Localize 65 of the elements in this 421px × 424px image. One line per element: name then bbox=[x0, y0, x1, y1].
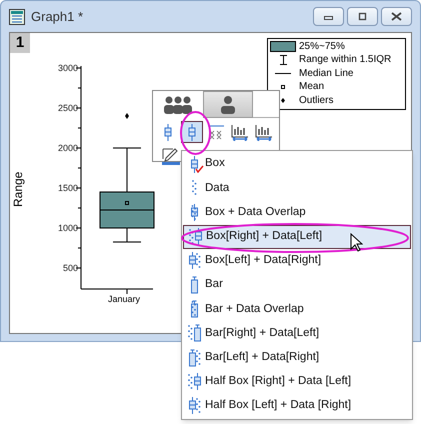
y-tick-label: 3000 bbox=[58, 62, 78, 75]
plot-type-icon bbox=[188, 251, 200, 270]
grouped-bar-icon bbox=[231, 123, 249, 141]
menu-item[interactable]: Bar + Data Overlap bbox=[183, 297, 411, 322]
plot-type-icon bbox=[191, 202, 198, 222]
legend-label: Mean bbox=[299, 82, 324, 92]
menu-item-label: Box[Right] + Data[Left] bbox=[206, 229, 322, 244]
legend-symbol-icon bbox=[280, 55, 286, 66]
plot-type-icon bbox=[191, 154, 198, 174]
legend-symbol-icon bbox=[270, 41, 296, 52]
menu-item-label: Bar[Left] + Data[Right] bbox=[205, 350, 320, 365]
plot-type-icon bbox=[192, 180, 197, 196]
y-tick-label: 1000 bbox=[58, 222, 78, 235]
menu-item[interactable]: Box bbox=[183, 152, 411, 176]
close-icon bbox=[391, 12, 402, 21]
menu-item[interactable]: Box + Data Overlap bbox=[183, 200, 411, 225]
plot-style-button[interactable] bbox=[181, 121, 203, 143]
menu-item-label: Box[Left] + Data[Right] bbox=[205, 253, 322, 268]
menu-item[interactable]: Bar bbox=[183, 272, 411, 298]
panel-tab[interactable] bbox=[203, 91, 253, 118]
menu-item[interactable]: Half Box [Left] + Data [Right] bbox=[183, 394, 411, 418]
scatter-icon bbox=[207, 123, 225, 141]
edit-pencil-icon[interactable] bbox=[161, 147, 181, 165]
close-button[interactable] bbox=[381, 7, 412, 26]
plot-type-icon bbox=[188, 396, 200, 416]
graph-window-icon bbox=[9, 8, 25, 24]
legend-symbol-icon bbox=[281, 85, 285, 90]
window-title: Graph1 * bbox=[31, 8, 84, 26]
y-tick-label: 2000 bbox=[58, 142, 78, 155]
restore-button[interactable] bbox=[347, 7, 378, 26]
layer-number: 1 bbox=[10, 33, 30, 53]
menu-item-label: Data bbox=[205, 180, 230, 196]
checkmark-icon bbox=[195, 165, 204, 173]
menu-item[interactable]: Bar[Left] + Data[Right] bbox=[183, 346, 411, 370]
menu-item-label: Bar[Right] + Data[Left] bbox=[205, 326, 320, 341]
restore-icon bbox=[357, 12, 368, 21]
y-tick-label: 500 bbox=[62, 262, 78, 275]
x-tick-label: January bbox=[108, 293, 140, 306]
y-tick-label: 1500 bbox=[58, 182, 78, 195]
plot-type-icon bbox=[189, 227, 202, 246]
plot-type-icon bbox=[188, 372, 201, 392]
menu-item[interactable]: Data bbox=[183, 176, 411, 200]
menu-item-label: Bar bbox=[205, 277, 223, 292]
legend-label: 25%~75% bbox=[299, 42, 345, 52]
user-group-icon bbox=[163, 94, 193, 114]
y-tick-label: 2500 bbox=[58, 102, 78, 115]
plot-type-icon bbox=[188, 324, 201, 342]
legend-label: Outliers bbox=[299, 96, 334, 106]
menu-item-label: Box bbox=[205, 156, 225, 172]
menu-item-label: Half Box [Right] + Data [Left] bbox=[205, 374, 352, 390]
grouped-bar-icon bbox=[255, 123, 273, 141]
legend-label: Median Line bbox=[299, 68, 354, 79]
legend-label: Range within 1.5IQR bbox=[299, 55, 392, 66]
highlight-circle bbox=[180, 110, 211, 156]
menu-item-label: Box + Data Overlap bbox=[205, 204, 306, 220]
menu-item-label: Bar + Data Overlap bbox=[205, 302, 304, 317]
menu-item[interactable]: Half Box [Right] + Data [Left] bbox=[183, 370, 411, 394]
y-axis-title: Range bbox=[10, 172, 26, 207]
menu-item[interactable]: Bar[Right] + Data[Left] bbox=[183, 321, 411, 346]
mouse-cursor-icon bbox=[350, 233, 363, 252]
plot-type-icon bbox=[191, 300, 198, 318]
menu-item-label: Half Box [Left] + Data [Right] bbox=[205, 398, 352, 414]
plot-type-icon bbox=[188, 348, 200, 367]
minimize-button[interactable] bbox=[313, 7, 344, 26]
plot-type-icon bbox=[191, 276, 198, 294]
